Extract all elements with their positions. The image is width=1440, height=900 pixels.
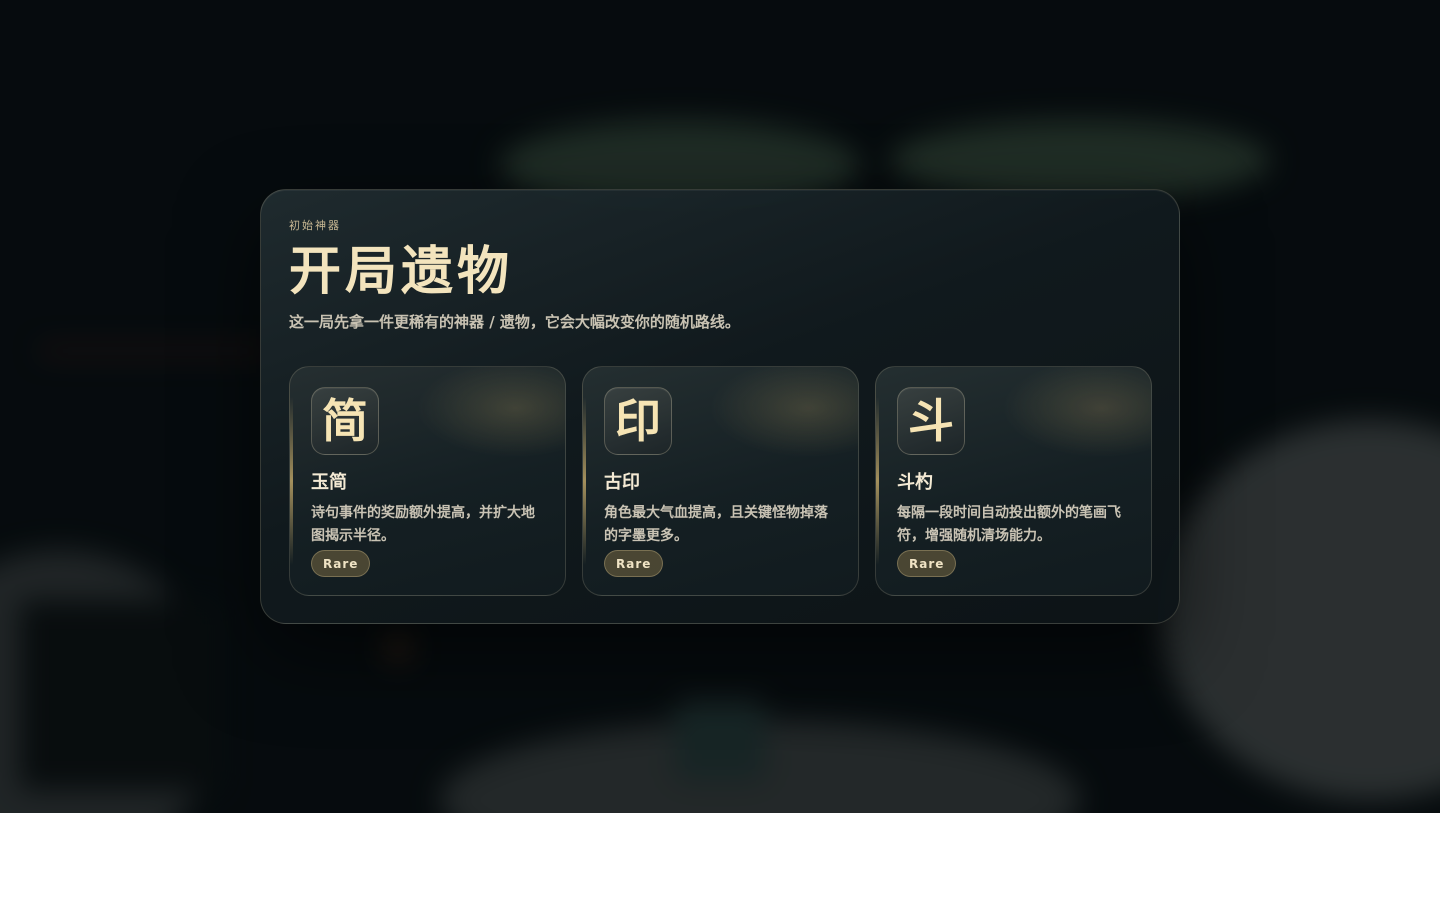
relic-emblem: 斗 bbox=[897, 387, 965, 455]
relic-name: 斗杓 bbox=[897, 472, 933, 493]
modal-title: 开局遗物 bbox=[289, 241, 514, 302]
modal-subtitle: 这一局先拿一件更稀有的神器 / 遗物，它会大幅改变你的随机路线。 bbox=[289, 313, 740, 331]
rarity-badge: Rare bbox=[311, 550, 371, 577]
rarity-badge: Rare bbox=[897, 550, 957, 577]
modal-eyebrow: 初始神器 bbox=[289, 219, 341, 232]
rarity-badge: Rare bbox=[604, 550, 664, 577]
relic-card-dipper-handle[interactable]: 斗 斗杓 每隔一段时间自动投出额外的笔画飞符，增强随机清场能力。 Rare bbox=[875, 366, 1152, 596]
relic-description: 每隔一段时间自动投出额外的笔画飞符，增强随机清场能力。 bbox=[897, 505, 1121, 544]
relic-name: 玉简 bbox=[311, 472, 347, 493]
relic-glyph: 简 bbox=[322, 394, 368, 448]
relic-description: 诗句事件的奖励额外提高，并扩大地图揭示半径。 bbox=[311, 505, 535, 544]
relic-emblem: 印 bbox=[604, 387, 672, 455]
relic-glyph: 印 bbox=[615, 394, 661, 448]
relic-choice-list: 简 玉简 诗句事件的奖励额外提高，并扩大地图揭示半径。 Rare 印 古印 角色… bbox=[289, 366, 1152, 596]
relic-glyph: 斗 bbox=[908, 394, 954, 448]
relic-card-ancient-seal[interactable]: 印 古印 角色最大气血提高，且关键怪物掉落的字墨更多。 Rare bbox=[582, 366, 859, 596]
relic-name: 古印 bbox=[604, 472, 640, 493]
starting-relic-modal: 初始神器 开局遗物 这一局先拿一件更稀有的神器 / 遗物，它会大幅改变你的随机路… bbox=[260, 189, 1180, 624]
relic-card-jade-slip[interactable]: 简 玉简 诗句事件的奖励额外提高，并扩大地图揭示半径。 Rare bbox=[289, 366, 566, 596]
relic-emblem: 简 bbox=[311, 387, 379, 455]
relic-description: 角色最大气血提高，且关键怪物掉落的字墨更多。 bbox=[604, 505, 828, 544]
